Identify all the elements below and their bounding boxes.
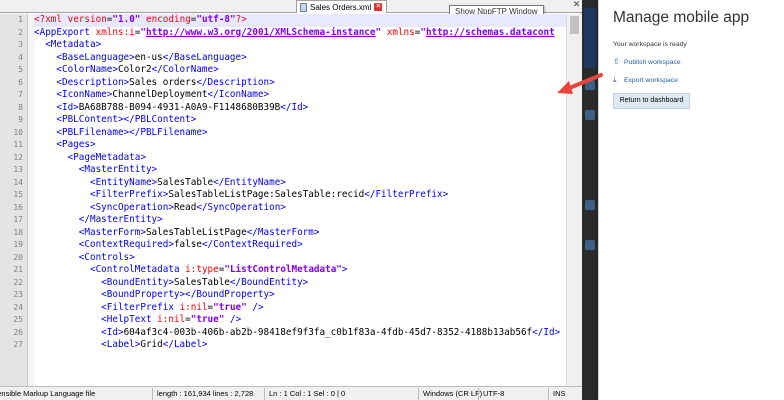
code-line: <MasterForm>SalesTableListPage</MasterFo… [78, 226, 320, 238]
line-number: 19 [13, 240, 23, 249]
line-number: 10 [13, 127, 23, 137]
code-line: <MasterEntity> [78, 164, 158, 175]
status-mode: INS [553, 389, 566, 398]
status-length-lines: length : 161,934 lines : 2,728 [157, 389, 254, 398]
tab-sales-orders[interactable]: Sales Orders.xml ✕ [296, 0, 388, 13]
code-line: <EntityName>SalesTable</EntityName> [89, 176, 286, 188]
manage-mobile-app-pane: Manage mobile app Your workspace is read… [598, 0, 784, 400]
line-number: 14 [13, 177, 23, 187]
workspace-status: Your workspace is ready [613, 41, 687, 48]
line-number: 15 [13, 190, 23, 199]
code-line: <SyncOperation>Read</SyncOperation> [89, 201, 286, 213]
line-number: 1 [18, 15, 23, 24]
publish-label: Publish workspace [624, 58, 681, 66]
status-bar: eXtensible Markup Language file length :… [0, 386, 582, 400]
code-line: <ContextRequired>false</ContextRequired> [78, 239, 303, 250]
tab-label: Sales Orders.xml [310, 2, 372, 12]
code-line: <HelpText i:nil="true" /> [101, 314, 242, 325]
export-icon: ⤓ [613, 75, 617, 84]
status-file-type: eXtensible Markup Language file [0, 389, 96, 398]
code-line: <Description>Sales orders</Description> [56, 76, 275, 88]
code-line: <PBLContent></PBLContent> [56, 114, 197, 125]
code-line: <FilterPrefix>SalesTableListPage:SalesTa… [89, 189, 449, 200]
line-number: 4 [18, 52, 23, 62]
code-line: <ColorName>Color2</ColorName> [56, 64, 219, 75]
line-number: 11 [13, 140, 23, 149]
publish-workspace-link[interactable]: ⇧ Publish workspace [613, 58, 681, 66]
code-line: <Id>604af3c4-003b-406b-ab2b-98418ef9f3fa… [101, 326, 561, 338]
line-number: 3 [18, 40, 23, 49]
code-line: <IconName>ChannelDeployment</IconName> [56, 89, 270, 100]
code-area[interactable]: <?xml version="1.0" encoding="utf-8"?> <… [34, 14, 566, 386]
code-line: </MasterEntity> [78, 214, 163, 225]
line-number: 18 [13, 227, 23, 237]
code-line: <BoundProperty></BoundProperty> [101, 289, 275, 300]
publish-icon: ⇧ [613, 57, 620, 66]
line-number: 17 [13, 215, 23, 224]
red-arrow-annotation [557, 73, 603, 94]
code-line: <AppExport xmlns:i="http://www.w3.org/20… [34, 26, 555, 38]
line-number: 21 [13, 265, 23, 274]
line-number: 24 [13, 302, 23, 312]
code-line: <Pages> [56, 139, 96, 150]
line-number: 12 [13, 152, 23, 162]
line-number: 6 [18, 77, 23, 87]
line-number: 2 [18, 27, 23, 37]
line-number: 9 [18, 115, 23, 124]
editor-window: Sales Orders.xml ✕ Show NppFTP Window ✕ … [0, 0, 582, 400]
scrollbar-thumb[interactable] [570, 16, 579, 34]
line-number: 13 [13, 165, 23, 174]
pane-title: Manage mobile app [613, 9, 750, 26]
export-workspace-link[interactable]: ⤓ Export workspace [613, 76, 678, 84]
return-to-dashboard-button[interactable]: Return to dashboard [613, 93, 690, 109]
line-number: 8 [18, 102, 23, 112]
line-number: 20 [13, 252, 23, 262]
line-number: 23 [13, 290, 23, 299]
window-close-icon[interactable]: ✕ [571, 0, 582, 11]
close-tab-icon[interactable]: ✕ [374, 3, 383, 11]
code-line: <FilterPrefix i:nil="true" /> [101, 301, 264, 313]
line-number: 5 [18, 65, 23, 74]
status-encoding: UTF-8 [483, 389, 505, 398]
line-number: 27 [13, 340, 23, 349]
line-number: 26 [13, 327, 23, 337]
vertical-scrollbar[interactable] [566, 14, 582, 386]
code-line: <ControlMetadata i:type="ListControlMeta… [89, 264, 348, 275]
document-icon [300, 2, 307, 12]
code-line: <BoundEntity>SalesTable</BoundEntity> [101, 276, 309, 288]
status-eol: Windows (CR LF) [423, 389, 483, 398]
line-number-gutter: 1 2 3 4 5 6 7 8 9 10 11 12 13 14 15 16 17 18 19 20 21 22 23 24 2… [0, 14, 28, 386]
line-number: 25 [13, 315, 23, 324]
line-number: 7 [18, 90, 23, 99]
code-line: <PBLFilename></PBLFilename> [56, 126, 208, 138]
line-number: 22 [13, 277, 23, 287]
status-position: Ln : 1 Col : 1 Sel : 0 | 0 [269, 389, 346, 398]
code-line: <Id>BA68B788-B094-4931-A0A9-F1148680B39B… [56, 101, 309, 113]
background-app-strip [582, 0, 598, 400]
code-line: <PageMetadata> [67, 151, 146, 163]
code-line: <Metadata> [45, 39, 102, 50]
code-line: <?xml version="1.0" encoding="utf-8"?> [34, 14, 566, 27]
tab-bar: Sales Orders.xml ✕ Show NppFTP Window ✕ [0, 0, 582, 19]
code-line: <BaseLanguage>en-us</BaseLanguage> [56, 51, 247, 63]
export-label: Export workspace [624, 76, 679, 84]
code-line: <Label>Grid</Label> [101, 339, 208, 350]
code-line: <Controls> [78, 251, 135, 263]
line-number: 16 [13, 202, 23, 212]
